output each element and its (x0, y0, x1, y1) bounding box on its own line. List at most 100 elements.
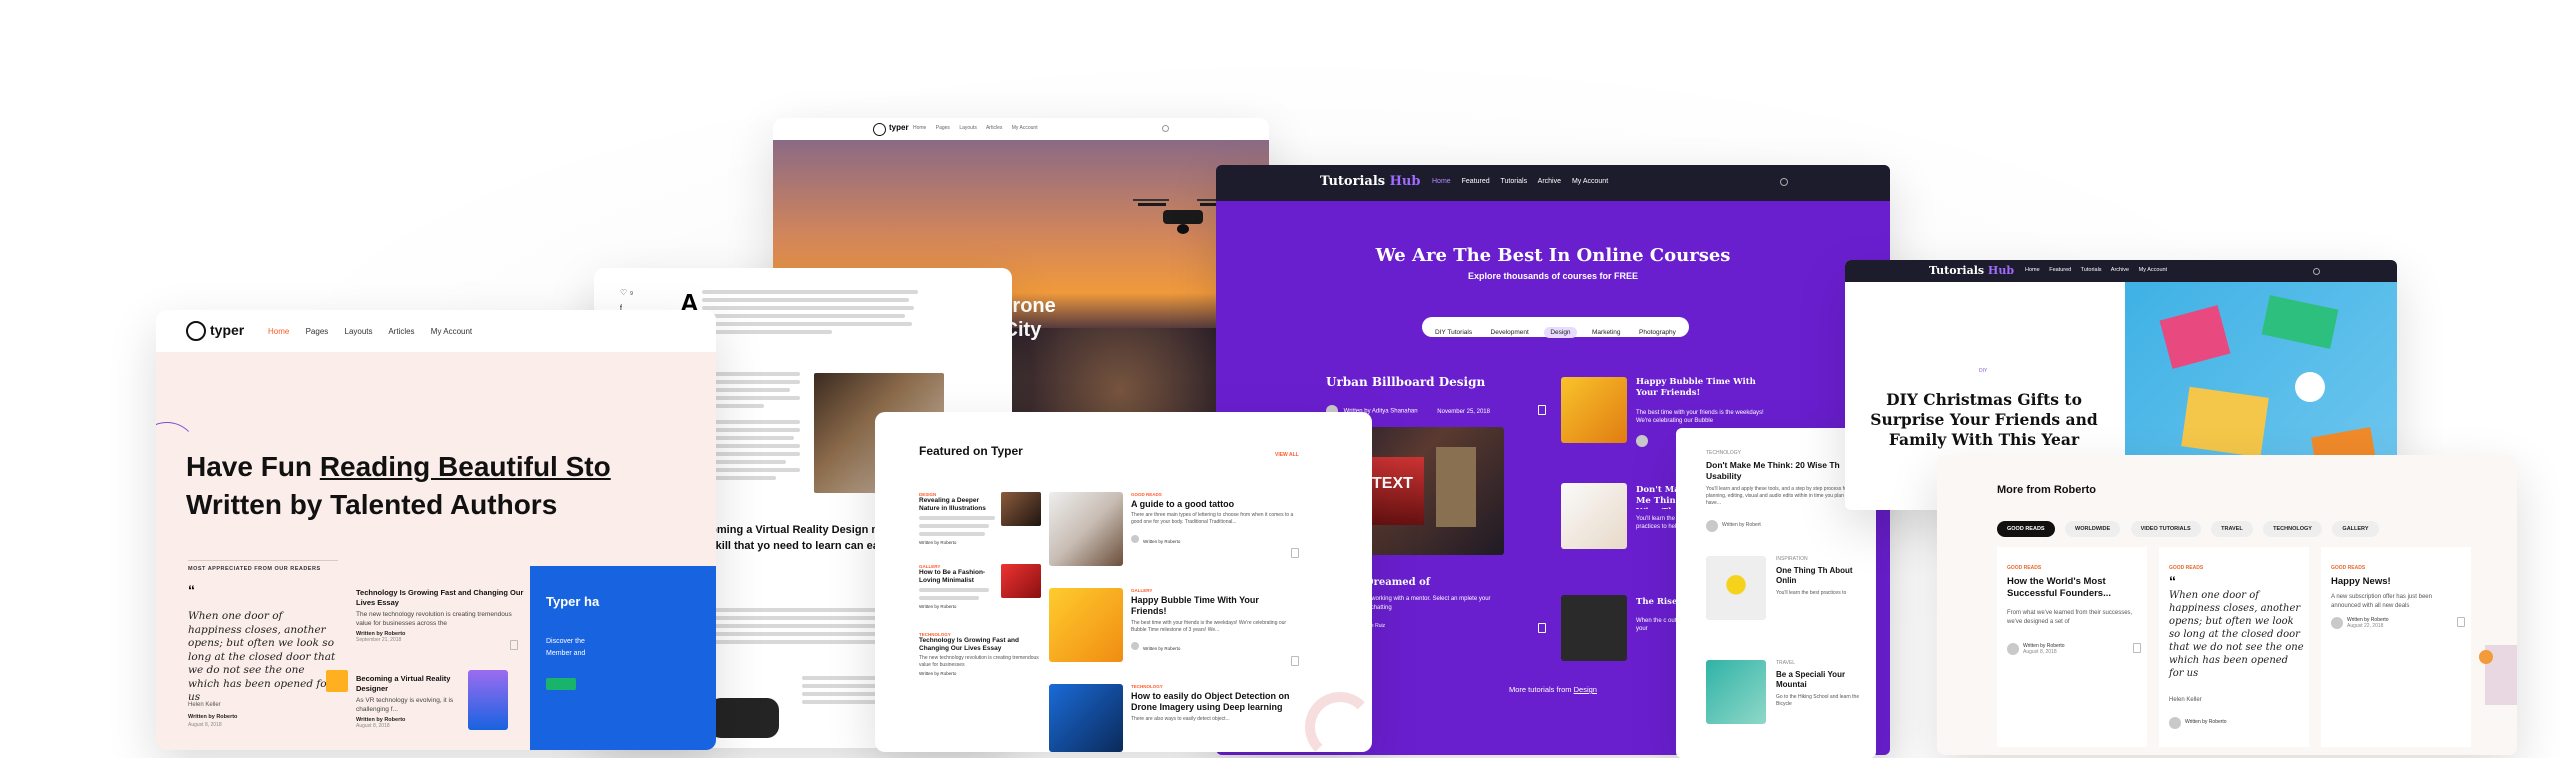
thumb-orange (326, 670, 348, 692)
drone-nav-articles[interactable]: Articles (986, 125, 1002, 131)
bookmark-icon[interactable] (2457, 617, 2465, 627)
side-thumb-bubble (1561, 377, 1627, 443)
featured-heading: Featured on Typer (919, 444, 1023, 458)
tutorials-hero-sub: Explore thousands of courses for FREE (1467, 271, 1639, 281)
promo-button[interactable] (546, 678, 576, 690)
tab-diy[interactable]: DIY Tutorials (1435, 329, 1472, 336)
tutorials-nav-featured[interactable]: Featured (1462, 178, 1490, 185)
side-item-excerpt: The best time with your friends is the w… (1636, 410, 1764, 424)
bookmark-icon[interactable] (1291, 548, 1299, 558)
christmas-brand[interactable]: Tutorials Hub (1929, 264, 2014, 277)
list-item-tech[interactable]: Technology Is Growing Fast and Changing … (356, 588, 526, 643)
tutorials-nav-home[interactable]: Home (1432, 178, 1451, 185)
nav-pages[interactable]: Pages (306, 327, 329, 336)
quote-mark-icon: “ (2169, 573, 2176, 589)
featured-right-item[interactable]: TECHNOLOGY How to easily do Object Detec… (1131, 684, 1299, 723)
tab-photography[interactable]: Photography (1639, 329, 1676, 336)
tab-good-reads[interactable]: GOOD READS (1997, 521, 2055, 537)
christmas-nav-tutorials[interactable]: Tutorials (2081, 267, 2102, 273)
drone-nav-home[interactable]: Home (913, 125, 926, 131)
avatar (2169, 717, 2181, 729)
featured-card: Featured on Typer VIEW ALL DESIGN Reveal… (875, 412, 1372, 752)
more-card-2[interactable]: GOOD READS “ When one door of happiness … (2159, 547, 2309, 747)
bookmark-icon[interactable] (2133, 643, 2141, 653)
quote-mark-icon: “ (188, 582, 195, 598)
list-item-vr[interactable]: Becoming a Virtual Reality Designer As V… (356, 674, 466, 729)
typer-logo-icon[interactable] (186, 321, 206, 341)
search-icon[interactable] (1780, 178, 1788, 186)
promo-card[interactable]: Typer ha Discover the Member and (530, 566, 716, 750)
side-thumb-person (1561, 483, 1627, 549)
illustration-person (468, 670, 508, 730)
bookmark-icon[interactable] (1538, 623, 1546, 633)
featured-right-item[interactable]: GALLERY Happy Bubble Time With Your Frie… (1131, 588, 1299, 655)
tab-worldwide[interactable]: WORLDWIDE (2065, 521, 2121, 537)
avatar (2007, 643, 2019, 655)
hero-title: Have Fun Reading Beautiful Sto Written b… (186, 451, 611, 520)
nav-layouts[interactable]: Layouts (345, 327, 373, 336)
more-tutorials-link[interactable]: Design (1574, 685, 1597, 694)
avatar (1131, 641, 1139, 650)
featured-quote[interactable]: When one door of happiness closes, anoth… (188, 610, 338, 705)
view-all-link[interactable]: VIEW ALL (1275, 452, 1299, 458)
bicycle-image (1706, 660, 1766, 724)
tutorials-nav-archive[interactable]: Archive (1538, 178, 1561, 185)
avatar (1131, 534, 1139, 543)
featured-left-item[interactable]: TECHNOLOGY Technology Is Growing Fast an… (919, 632, 1043, 676)
christmas-navbar: Tutorials Hub Home Featured Tutorials Ar… (1845, 260, 2397, 282)
tab-development[interactable]: Development (1491, 329, 1529, 336)
tab-travel[interactable]: TRAVEL (2211, 521, 2253, 537)
bookmark-icon[interactable] (510, 640, 518, 650)
nav-home[interactable]: Home (268, 327, 289, 336)
christmas-nav-archive[interactable]: Archive (2111, 267, 2129, 273)
side-item-title[interactable]: Happy Bubble Time With Your Friends! (1636, 377, 1756, 399)
christmas-nav-home[interactable]: Home (2025, 267, 2040, 273)
main-tutorial-title[interactable]: Urban Billboard Design (1326, 375, 1485, 389)
drone-brand[interactable]: typer (889, 123, 909, 132)
christmas-nav-account[interactable]: My Account (2139, 267, 2167, 273)
more-card-3[interactable]: GOOD READS Happy News! A new subscriptio… (2321, 547, 2471, 747)
tutorials-brand[interactable]: Tutorials Hub (1320, 174, 1420, 189)
thumb-dark (1001, 492, 1041, 526)
tab-gallery[interactable]: GALLERY (2332, 521, 2379, 537)
tab-design[interactable]: Design (1544, 327, 1577, 338)
typer-navbar: typer Home Pages Layouts Articles My Acc… (156, 310, 716, 352)
christmas-title[interactable]: DIY Christmas Gifts to Surprise Your Fri… (1849, 390, 2119, 450)
nav-my-account[interactable]: My Account (431, 327, 472, 336)
tutorials-hero-title: We Are The Best In Online Courses (1375, 245, 1731, 266)
tutorials-tabs: DIY Tutorials Development Design Marketi… (1422, 317, 1689, 338)
tab-marketing[interactable]: Marketing (1592, 329, 1621, 336)
nav-articles[interactable]: Articles (388, 327, 414, 336)
decorative-circle (2479, 650, 2493, 664)
thumb-red (1001, 564, 1041, 598)
drone-nav-layouts[interactable]: Layouts (959, 125, 977, 131)
avatar (1636, 435, 1648, 447)
article-lines-top (702, 290, 918, 338)
tab-technology[interactable]: TECHNOLOGY (2263, 521, 2322, 537)
search-icon[interactable] (1162, 125, 1169, 132)
tab-video-tutorials[interactable]: VIDEO TUTORIALS (2130, 521, 2201, 537)
drone-nav-account[interactable]: My Account (1012, 125, 1038, 131)
search-icon[interactable] (2313, 268, 2320, 275)
featured-right-item[interactable]: GOOD READS A guide to a good tattoo Ther… (1131, 492, 1299, 548)
section-label: MOST APPRECIATED FROM OUR READERS (188, 566, 321, 572)
typer-brand[interactable]: typer (210, 322, 244, 338)
bookmark-icon[interactable] (1291, 656, 1299, 666)
more-from-heading: More from Roberto (1997, 484, 2096, 496)
heart-icon[interactable]: ♡ 9 (620, 288, 634, 297)
decorative-arc (1305, 692, 1372, 752)
list-title[interactable]: Don't Make Me Think: 20 Wise Th Usabilit… (1706, 460, 1856, 482)
tutorials-nav-account[interactable]: My Account (1572, 178, 1608, 185)
billboard-poster: TEXT (1368, 457, 1424, 525)
more-from-tabs: GOOD READS WORLDWIDE VIDEO TUTORIALS TRA… (1997, 517, 2385, 537)
bookmark-icon[interactable] (1538, 405, 1546, 415)
avatar (1706, 520, 1718, 532)
more-card-1[interactable]: GOOD READS How the World's Most Successf… (1997, 547, 2147, 747)
drone-nav-pages[interactable]: Pages (936, 125, 950, 131)
section-divider (188, 560, 338, 561)
tutorials-nav-tutorials[interactable]: Tutorials (1501, 178, 1528, 185)
typer-logo-icon (873, 123, 886, 136)
christmas-nav-featured[interactable]: Featured (2049, 267, 2071, 273)
thumb-tattoo (1049, 492, 1123, 566)
tutorials-navbar: Tutorials Hub Home Featured Tutorials Ar… (1216, 165, 1890, 201)
